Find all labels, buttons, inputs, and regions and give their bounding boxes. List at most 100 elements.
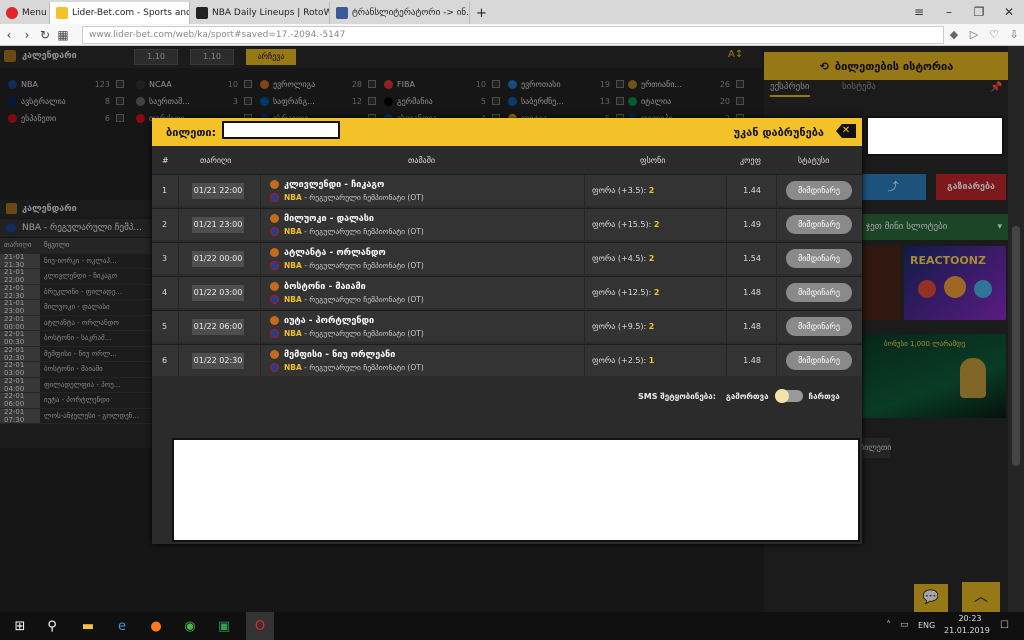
- status-badge[interactable]: მიმდინარე: [786, 181, 852, 200]
- basketball-icon: [270, 214, 279, 223]
- status-badge[interactable]: მიმდინარე: [786, 249, 852, 268]
- odds-value: 1.49: [743, 220, 761, 229]
- bet-type: ფორა (+2.5):: [592, 356, 649, 365]
- bet-row: 5 01/22 06:00 იუტა - პორტლენდი NBA - რეგულა…: [152, 310, 862, 343]
- basketball-icon: [270, 180, 279, 189]
- bet-pick: 1: [648, 356, 655, 365]
- sms-switch[interactable]: [774, 389, 803, 403]
- clock-time[interactable]: 20:23: [950, 614, 990, 623]
- sms-notification-toggle: SMS შეტყობინება: გამორთვა ჩართვა: [638, 389, 840, 403]
- basketball-icon: [270, 316, 279, 325]
- share-page-icon[interactable]: ▷: [964, 28, 984, 41]
- file-explorer-icon[interactable]: ▬: [78, 616, 98, 636]
- back-icon[interactable]: ✕: [836, 124, 856, 138]
- row-date: 01/22 06:00: [192, 319, 244, 335]
- bet-type: ფორა (+4.5):: [592, 254, 649, 263]
- tab-rotowire[interactable]: NBA Daily Lineups | RotoW... ✕: [190, 2, 330, 24]
- column-divider: [726, 277, 727, 309]
- league-name: NBA: [284, 329, 302, 338]
- edge-icon[interactable]: e: [112, 616, 132, 636]
- basketball-icon: [270, 350, 279, 359]
- column-divider: [584, 345, 585, 377]
- nba-logo-icon: [270, 227, 279, 236]
- tab-translit[interactable]: ტრანსლიტერატორი -> ინ... ✕: [330, 2, 470, 24]
- col-odds: კოეფ: [740, 155, 762, 165]
- notification-icon[interactable]: ☐: [1000, 620, 1009, 631]
- opera-taskbar-icon[interactable]: O: [246, 612, 274, 640]
- windows-taskbar: ⊞ ⚲ ▬ e ● ◉ ▣ O ˄ ▭ ENG 20:23 21.01.2019…: [0, 612, 1024, 640]
- chrome-icon[interactable]: ◉: [180, 616, 200, 636]
- column-divider: [776, 209, 777, 241]
- league-type: - რეგულარული ჩემპიონატი (OT): [301, 193, 424, 202]
- close-window-icon[interactable]: ✕: [994, 0, 1024, 24]
- app-icon[interactable]: ▣: [214, 616, 234, 636]
- bet-row: 1 01/21 22:00 კლივლენდი - ჩიკაგო NBA - რეგუ…: [152, 174, 862, 207]
- bet-selection: ფორა (+2.5): 1: [592, 356, 654, 365]
- clock-date[interactable]: 21.01.2019: [944, 626, 990, 635]
- download-icon[interactable]: ⇩: [1004, 28, 1024, 41]
- tab-liderbet[interactable]: Lider-Bet.com - Sports and ... ✕: [50, 2, 190, 24]
- network-icon[interactable]: ▭: [900, 620, 909, 630]
- windows-start-icon[interactable]: ⊞: [10, 616, 30, 636]
- bookmark-heart-icon[interactable]: ♡: [984, 28, 1004, 41]
- column-divider: [726, 345, 727, 377]
- bet-row: 3 01/22 00:00 ატლანტა - ორლანდო NBA - რეგულ…: [152, 242, 862, 275]
- liderbet-favicon: [56, 7, 68, 19]
- language-indicator[interactable]: ENG: [918, 621, 935, 630]
- match-league: NBA - რეგულარული ჩემპიონატი (OT): [284, 261, 424, 270]
- table-header: # თარიღი თამაში ფსონი კოეფ სტატუსი: [152, 148, 862, 172]
- league-type: - რეგულარული ჩემპიონატი (OT): [301, 261, 424, 270]
- bet-type: ფორა (+3.5):: [592, 186, 649, 195]
- rotowire-favicon: [196, 7, 208, 19]
- row-number: 3: [162, 254, 168, 263]
- odds-value: 1.54: [743, 254, 761, 263]
- back-icon[interactable]: ‹: [0, 28, 18, 42]
- restore-icon[interactable]: ❐: [964, 0, 994, 24]
- ticket-number-field[interactable]: [222, 121, 340, 139]
- switch-knob: [774, 389, 789, 403]
- speed-dial-icon[interactable]: ▦: [54, 28, 72, 42]
- back-label[interactable]: უკან დაბრუნება: [734, 126, 824, 139]
- status-badge[interactable]: მიმდინარე: [786, 283, 852, 302]
- opera-menu-tab[interactable]: Menu: [0, 2, 50, 24]
- search-icon[interactable]: ⚲: [42, 616, 62, 636]
- tray-up-icon[interactable]: ˄: [886, 620, 891, 631]
- column-divider: [178, 345, 179, 377]
- status-badge[interactable]: მიმდინარე: [786, 317, 852, 336]
- reload-icon[interactable]: ↻: [36, 28, 54, 42]
- bet-selection: ფორა (+12.5): 2: [592, 288, 659, 297]
- extension-icon[interactable]: ◆: [944, 28, 964, 41]
- column-divider: [726, 175, 727, 207]
- nba-logo-icon: [270, 193, 279, 202]
- url-field[interactable]: www.lider-bet.com/web/ka/sport#saved=17.…: [82, 25, 944, 44]
- column-divider: [260, 175, 261, 207]
- row-number: 1: [162, 186, 168, 195]
- bet-row: 2 01/21 23:00 მილუოკი - დალასი NBA - რეგულა…: [152, 208, 862, 241]
- column-divider: [776, 277, 777, 309]
- status-badge[interactable]: მიმდინარე: [786, 351, 852, 370]
- bet-pick: 2: [653, 220, 660, 229]
- col-bet: ფსონი: [640, 155, 666, 165]
- new-tab-button[interactable]: +: [470, 2, 492, 24]
- odds-value: 1.48: [743, 322, 761, 331]
- column-divider: [584, 311, 585, 343]
- row-date: 01/22 02:30: [192, 353, 244, 369]
- forward-icon[interactable]: ›: [18, 28, 36, 42]
- modal-header: ბილეთი: უკან დაბრუნება ✕: [152, 118, 862, 146]
- column-divider: [584, 175, 585, 207]
- col-match: თამაში: [408, 155, 435, 165]
- browser-tab-bar: Menu Lider-Bet.com - Sports and ... ✕ NB…: [0, 0, 1024, 24]
- tab-menu-icon[interactable]: ≡: [904, 0, 934, 24]
- row-date: 01/21 22:00: [192, 183, 244, 199]
- column-divider: [726, 311, 727, 343]
- match-league: NBA - რეგულარული ჩემპიონატი (OT): [284, 193, 424, 202]
- league-type: - რეგულარული ჩემპიონატი (OT): [301, 363, 424, 372]
- match-title: მილუოკი - დალასი: [284, 214, 374, 224]
- opera-icon: [6, 7, 18, 19]
- column-divider: [178, 209, 179, 241]
- league-name: NBA: [284, 363, 302, 372]
- row-date: 01/22 03:00: [192, 285, 244, 301]
- minimize-icon[interactable]: –: [934, 0, 964, 24]
- status-badge[interactable]: მიმდინარე: [786, 215, 852, 234]
- firefox-icon[interactable]: ●: [146, 616, 166, 636]
